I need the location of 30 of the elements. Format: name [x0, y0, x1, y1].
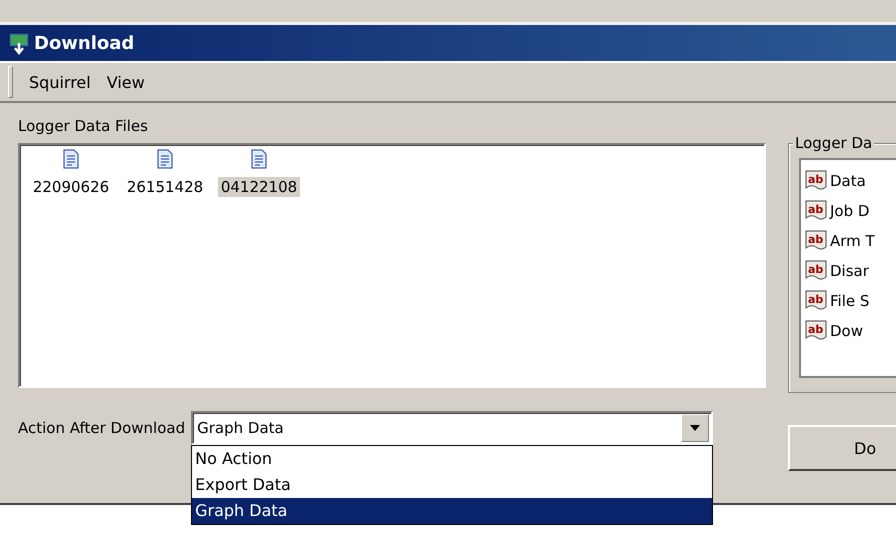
action-dropdown[interactable]: Graph Data	[191, 411, 714, 445]
dropdown-option[interactable]: Export Data	[192, 472, 712, 498]
group-label: Logger Data Files	[18, 117, 149, 137]
window-title: Download	[34, 32, 134, 54]
text-field-icon: ab	[805, 170, 829, 192]
document-icon	[251, 149, 267, 169]
text-field-icon: ab	[805, 200, 829, 222]
property-name[interactable]: Data	[830, 172, 866, 190]
text-field-icon: ab	[805, 320, 829, 342]
file-name[interactable]: 22090626	[30, 177, 112, 197]
file-name[interactable]: 26151428	[124, 177, 206, 197]
property-name[interactable]: Arm T	[830, 232, 875, 250]
text-field-icon: ab	[805, 230, 829, 252]
property-name[interactable]: Disar	[830, 262, 869, 280]
document-icon	[63, 149, 79, 169]
dropdown-option[interactable]: Graph Data	[192, 498, 712, 524]
document-icon	[157, 149, 173, 169]
menu-item[interactable]: Squirrel	[29, 72, 91, 92]
property-name[interactable]: File S	[830, 292, 870, 310]
text-field-icon: ab	[805, 290, 829, 312]
dropdown-option[interactable]: No Action	[192, 446, 712, 472]
property-name[interactable]: Job D	[830, 202, 870, 220]
action-label: Action After Download	[18, 419, 186, 437]
group-title: Logger Da	[793, 134, 874, 152]
download-button[interactable]: Do	[788, 425, 896, 471]
file-name[interactable]: 04122108	[218, 177, 300, 197]
text-field-icon: ab	[805, 260, 829, 282]
menu-item[interactable]: View	[106, 72, 145, 92]
monitor-download-icon	[8, 31, 30, 55]
property-name[interactable]: Dow	[830, 322, 863, 340]
